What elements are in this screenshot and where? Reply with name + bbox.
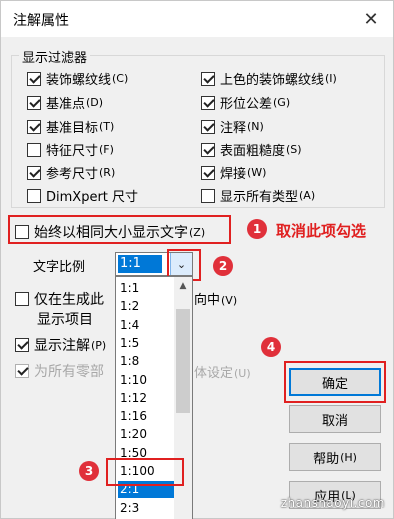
shortcut-label: (R)	[99, 166, 116, 179]
checkbox-show-all-types[interactable]: 显示所有类型 (A)	[201, 186, 315, 205]
checkbox-only-in-created-view[interactable]: 仅在生成此	[15, 289, 104, 309]
watermark: zhanshaoyi.com	[280, 496, 385, 510]
label-end-text: 向中	[194, 293, 221, 308]
dialog-title: 注解属性	[13, 13, 69, 29]
checkbox-box[interactable]	[201, 142, 215, 157]
step-badge-3: 3	[79, 461, 99, 481]
shortcut-label: (U)	[234, 367, 251, 380]
checkbox-box[interactable]	[15, 338, 29, 352]
shortcut-label: (A)	[299, 189, 316, 202]
checkbox-box[interactable]	[15, 292, 29, 306]
checkbox-label: 表面粗糙度	[220, 144, 286, 159]
help-button[interactable]: 帮助 (H)	[289, 443, 381, 471]
help-button-label: 帮助	[313, 451, 340, 467]
checkbox-geometric-tolerance[interactable]: 形位公差 (G)	[201, 93, 290, 112]
checkbox-label: 装饰螺纹线	[46, 73, 112, 88]
shortcut-label: (S)	[286, 143, 302, 156]
shortcut-label: (I)	[325, 72, 337, 85]
checkbox-box[interactable]	[27, 165, 41, 180]
shortcut-label: (P)	[91, 338, 107, 352]
dropdown-option[interactable]: 1:10	[118, 372, 174, 389]
step-badge-1: 1	[247, 219, 267, 239]
shortcut-label: (W)	[247, 166, 267, 179]
display-filter-title: 显示过滤器	[19, 47, 91, 66]
checkbox-box[interactable]	[201, 95, 215, 110]
shortcut-label: (G)	[273, 96, 291, 109]
checkbox-datum-point[interactable]: 基准点 (D)	[27, 93, 103, 112]
checkbox-label-end: 向中(V)	[194, 289, 237, 308]
highlight-box-1	[8, 215, 231, 244]
checkbox-label-start: 为所有零部	[34, 364, 104, 380]
checkbox-label: 显示注解	[34, 338, 90, 354]
shortcut-label: (V)	[221, 294, 238, 307]
cancel-button[interactable]: 取消	[289, 405, 381, 433]
checkbox-label-line2: 显示项目	[37, 312, 93, 328]
checkbox-all-parts-setting: 为所有零部	[15, 361, 104, 381]
checkbox-box[interactable]	[27, 119, 41, 134]
checkbox-surface-finish[interactable]: 表面粗糙度 (S)	[201, 140, 302, 159]
combo-selected-value: 1:1	[118, 255, 162, 273]
dropdown-option[interactable]: 1:12	[118, 390, 174, 407]
checkbox-label: DimXpert 尺寸	[46, 190, 139, 205]
checkbox-dimxpert-dimension[interactable]: DimXpert 尺寸	[27, 186, 139, 205]
dropdown-option[interactable]: 1:1	[118, 280, 174, 297]
checkbox-label-start: 仅在生成此	[34, 292, 104, 308]
title-bar: 注解属性 ✕	[1, 1, 393, 37]
checkbox-box[interactable]	[201, 188, 215, 203]
checkbox-datum-target[interactable]: 基准目标 (T)	[27, 117, 114, 136]
checkbox-box[interactable]	[27, 188, 41, 203]
checkbox-note[interactable]: 注释 (N)	[201, 117, 264, 136]
dropdown-option[interactable]: 2:3	[118, 500, 174, 517]
scroll-up-icon[interactable]: ▲	[174, 279, 192, 293]
text-scale-label: 文字比例	[33, 260, 86, 275]
dropdown-option[interactable]: 1:4	[118, 317, 174, 334]
checkbox-feature-dimension[interactable]: 特征尺寸 (F)	[27, 140, 114, 159]
step-badge-2: 2	[213, 256, 233, 276]
checkbox-label: 形位公差	[220, 97, 273, 112]
checkbox-box[interactable]	[27, 142, 41, 157]
checkbox-box	[15, 364, 29, 378]
cancel-button-label: 取消	[321, 413, 348, 429]
checkbox-label: 参考尺寸	[46, 167, 99, 182]
checkbox-label: 上色的装饰螺纹线	[220, 73, 325, 88]
close-icon[interactable]: ✕	[349, 1, 393, 37]
checkbox-label: 显示所有类型	[220, 190, 299, 205]
step-badge-4: 4	[261, 337, 281, 357]
dropdown-option[interactable]: 1:2	[118, 298, 174, 315]
label-end-text: 体设定	[194, 366, 234, 381]
shortcut-label: (T)	[99, 120, 115, 133]
checkbox-label-end: 体设定(U)	[194, 362, 251, 381]
checkbox-label: 特征尺寸	[46, 144, 99, 159]
annotation-hint: 取消此项勾选	[276, 222, 367, 240]
checkbox-box[interactable]	[27, 95, 41, 110]
ok-button-label: 确定	[321, 376, 348, 392]
shortcut-label: (C)	[112, 72, 129, 85]
checkbox-box[interactable]	[201, 71, 215, 86]
dropdown-option[interactable]: 1:16	[118, 408, 174, 425]
scrollbar-thumb[interactable]	[176, 309, 190, 413]
checkbox-label: 基准点	[46, 97, 86, 112]
checkbox-reference-dimension[interactable]: 参考尺寸 (R)	[27, 163, 115, 182]
checkbox-label: 基准目标	[46, 121, 99, 136]
annotation-properties-dialog: 注解属性 ✕ 显示过滤器 装饰螺纹线 (C) 基准点 (D) 基准目标 (T) 特征尺…	[0, 0, 394, 519]
shortcut-label: (D)	[86, 96, 104, 109]
dropdown-option[interactable]: 1:5	[118, 335, 174, 352]
checkbox-label: 注释	[220, 121, 247, 136]
ok-button[interactable]: 确定	[289, 368, 381, 396]
dropdown-option[interactable]: 1:20	[118, 426, 174, 443]
checkbox-box[interactable]	[201, 165, 215, 180]
checkbox-weld[interactable]: 焊接 (W)	[201, 163, 266, 182]
shortcut-label: (H)	[340, 450, 357, 464]
checkbox-show-annotations[interactable]: 显示注解 (P)	[15, 335, 106, 355]
shortcut-label: (F)	[99, 143, 114, 156]
shortcut-label: (N)	[247, 120, 264, 133]
checkbox-shaded-cosmetic-thread[interactable]: 上色的装饰螺纹线 (I)	[201, 69, 337, 88]
checkbox-box[interactable]	[201, 119, 215, 134]
checkbox-label: 焊接	[220, 167, 247, 182]
highlight-box-3	[106, 458, 184, 486]
dropdown-option[interactable]: 1:8	[118, 353, 174, 370]
checkbox-cosmetic-thread[interactable]: 装饰螺纹线 (C)	[27, 69, 128, 88]
checkbox-box[interactable]	[27, 71, 41, 86]
